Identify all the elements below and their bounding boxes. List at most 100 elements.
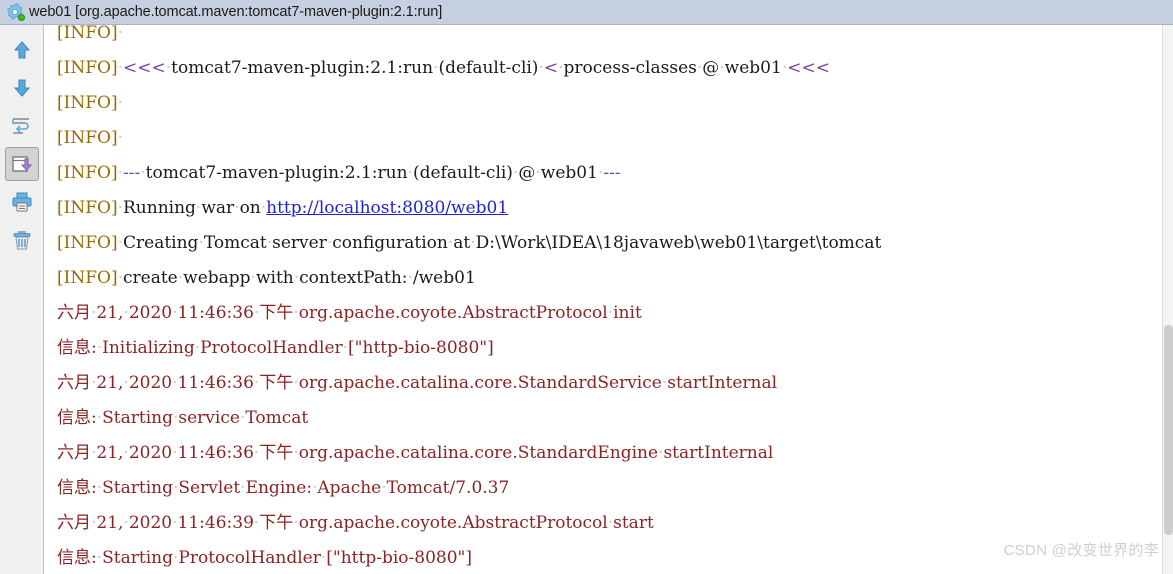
run-status-dot bbox=[18, 14, 25, 21]
console-text-segment: < bbox=[543, 58, 559, 78]
scrollbar-thumb[interactable] bbox=[1164, 325, 1173, 535]
console-text-segment: Engine: bbox=[245, 478, 312, 498]
console-text-segment: @ bbox=[518, 163, 536, 183]
console-line: [INFO]·<<<·tomcat7-maven-plugin:2.1:run·… bbox=[57, 51, 1162, 86]
console-line: [INFO]·Running·war·on·http://localhost:8… bbox=[57, 191, 1162, 226]
console-text-segment: 六月 bbox=[57, 303, 91, 323]
console-text-segment: tomcat7-maven-plugin:2.1:run bbox=[171, 58, 434, 78]
console-text-segment: with bbox=[255, 268, 294, 288]
console-text-segment: 2020 bbox=[128, 443, 173, 463]
console-text-segment: tomcat7-maven-plugin:2.1:run bbox=[145, 163, 408, 183]
console-text-segment: <<< bbox=[123, 58, 166, 78]
console-line: [INFO]· bbox=[57, 25, 1162, 51]
console-text-segment: Starting bbox=[102, 478, 173, 498]
console-text-segment: /web01 bbox=[412, 268, 476, 288]
console-text-segment: 下午 bbox=[259, 513, 294, 533]
console-text-segment: · bbox=[117, 93, 123, 113]
console-text-segment: 2020 bbox=[128, 373, 173, 393]
console-text-segment: Starting bbox=[102, 548, 173, 568]
console-text-segment: 11:46:36 bbox=[177, 443, 254, 463]
console-text-segment: configuration bbox=[332, 233, 448, 253]
console-text-segment: [INFO] bbox=[57, 268, 118, 288]
console-text-segment: Starting bbox=[102, 408, 173, 428]
console-text-segment: Initializing bbox=[102, 338, 195, 358]
console-text-segment: 11:46:39 bbox=[177, 513, 254, 533]
console-line: 六月·21,·2020·11:46:36·下午·org.apache.coyot… bbox=[57, 296, 1162, 331]
console-text-segment: webapp bbox=[183, 268, 251, 288]
console-text-segment: org.apache.catalina.core.StandardEngine bbox=[298, 443, 659, 463]
console-text-segment: (default-cli) bbox=[438, 58, 539, 78]
console-text-segment: web01 bbox=[724, 58, 782, 78]
console-text-segment: Tomcat/7.0.37 bbox=[386, 478, 510, 498]
console-text-segment: init bbox=[613, 303, 642, 323]
console-text-segment: Apache bbox=[317, 478, 382, 498]
console-text-segment: web01 bbox=[540, 163, 598, 183]
csdn-watermark: CSDN @改变世界的李 bbox=[1003, 542, 1159, 559]
console-text-segment: 六月 bbox=[57, 443, 91, 463]
window-title-bar: web01 [org.apache.tomcat.maven:tomcat7-m… bbox=[0, 0, 1173, 25]
console-text-segment: contextPath: bbox=[299, 268, 408, 288]
console-text-segment: 21, bbox=[96, 303, 124, 323]
console-text-segment: ["http-bio-8080"] bbox=[348, 338, 494, 358]
console-text-segment: <<< bbox=[787, 58, 830, 78]
console-line: 六月·21,·2020·11:46:36·下午·org.apache.catal… bbox=[57, 366, 1162, 401]
console-text-segment: (default-cli) bbox=[412, 163, 513, 183]
console-output-panel[interactable]: [INFO]· [INFO]·<<<·tomcat7-maven-plugin:2… bbox=[45, 25, 1162, 574]
console-text-segment: Tomcat bbox=[203, 233, 267, 253]
console-text-segment: org.apache.coyote.AbstractProtocol bbox=[298, 303, 608, 323]
console-text-segment: [INFO] bbox=[57, 58, 118, 78]
console-text-segment: on bbox=[239, 198, 261, 218]
console-line: [INFO]·Creating·Tomcat·server·configurat… bbox=[57, 226, 1162, 261]
console-text-segment: 六月 bbox=[57, 373, 91, 393]
window-title-text: web01 [org.apache.tomcat.maven:tomcat7-m… bbox=[29, 4, 443, 20]
up-arrow-icon[interactable] bbox=[5, 33, 39, 67]
console-text-segment: 下午 bbox=[259, 303, 294, 323]
console-toolbar bbox=[0, 25, 44, 574]
console-text-segment: Creating bbox=[123, 233, 199, 253]
console-text-segment: 下午 bbox=[259, 443, 294, 463]
console-line: 信息:·Starting·ProtocolHandler·["http-bio-… bbox=[57, 541, 1162, 574]
console-line: [INFO]·---·tomcat7-maven-plugin:2.1:run·… bbox=[57, 156, 1162, 191]
scroll-to-end-icon[interactable] bbox=[4, 147, 39, 181]
console-text-segment: 21, bbox=[96, 443, 124, 463]
console-text-segment: · bbox=[117, 128, 123, 148]
soft-wrap-icon[interactable] bbox=[5, 109, 39, 143]
console-text-segment: create bbox=[123, 268, 178, 288]
console-text-segment: 11:46:36 bbox=[177, 373, 254, 393]
console-line: 六月·21,·2020·11:46:36·下午·org.apache.catal… bbox=[57, 436, 1162, 471]
console-text-segment: Running bbox=[123, 198, 196, 218]
console-text-segment: --- bbox=[603, 163, 621, 183]
console-line: [INFO]· bbox=[57, 121, 1162, 156]
console-text-segment: war bbox=[201, 198, 235, 218]
console-text-segment: 六月 bbox=[57, 513, 91, 533]
console-log-lines: [INFO]· [INFO]·<<<·tomcat7-maven-plugin:2… bbox=[57, 25, 1162, 574]
console-text-segment: Servlet bbox=[178, 478, 241, 498]
console-text-segment: 11:46:36 bbox=[177, 303, 254, 323]
console-text-segment: @ bbox=[702, 58, 720, 78]
console-text-segment: ProtocolHandler bbox=[200, 338, 343, 358]
console-text-segment: 信息: bbox=[57, 548, 97, 568]
console-text-segment: startInternal bbox=[667, 373, 778, 393]
console-line: [INFO]·create·webapp·with·contextPath:·/… bbox=[57, 261, 1162, 296]
trash-icon[interactable] bbox=[5, 223, 39, 257]
console-text-segment: [INFO] bbox=[57, 128, 118, 148]
console-text-segment: Tomcat bbox=[245, 408, 309, 428]
console-text-segment: D:\Work\IDEA\18javaweb\web01\target\tomc… bbox=[475, 233, 882, 253]
console-line: 信息:·Starting·service·Tomcat bbox=[57, 401, 1162, 436]
console-text-segment: org.apache.catalina.core.StandardService bbox=[298, 373, 662, 393]
console-text-segment: org.apache.coyote.AbstractProtocol bbox=[298, 513, 608, 533]
console-scrollbar[interactable] bbox=[1162, 25, 1173, 574]
console-text-segment: ["http-bio-8080"] bbox=[326, 548, 472, 568]
console-text-segment: [INFO] bbox=[57, 198, 118, 218]
console-text-segment: · bbox=[117, 25, 123, 43]
down-arrow-icon[interactable] bbox=[5, 71, 39, 105]
console-hyperlink[interactable]: http://localhost:8080/web01 bbox=[266, 198, 508, 218]
print-icon[interactable] bbox=[5, 185, 39, 219]
console-text-segment: 2020 bbox=[128, 513, 173, 533]
console-text-segment: [INFO] bbox=[57, 163, 118, 183]
console-text-segment: 21, bbox=[96, 373, 124, 393]
console-text-segment: [INFO] bbox=[57, 93, 118, 113]
console-text-segment: 信息: bbox=[57, 408, 97, 428]
console-text-segment: ProtocolHandler bbox=[178, 548, 321, 568]
console-line: 信息:·Starting·Servlet·Engine:·Apache·Tomc… bbox=[57, 471, 1162, 506]
